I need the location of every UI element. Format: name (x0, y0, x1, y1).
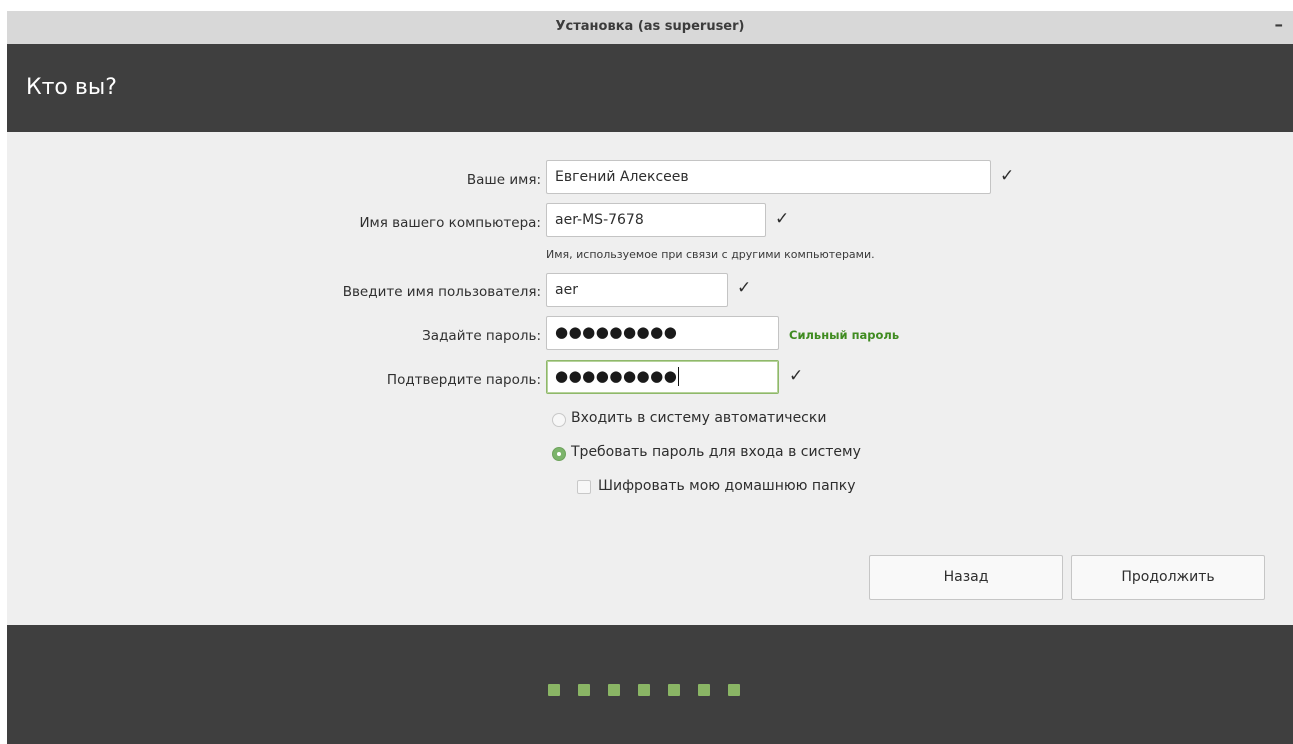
computer-name-input[interactable]: aer-MS-7678 (546, 203, 766, 237)
progress-step (608, 684, 620, 696)
page-header: Кто вы? (7, 44, 1293, 132)
password-label: Задайте пароль: (422, 328, 541, 344)
back-button[interactable]: Назад (869, 555, 1063, 600)
computer-name-label: Имя вашего компьютера: (359, 215, 541, 231)
computer-name-valid-check-icon: ✓ (775, 209, 790, 229)
progress-step (668, 684, 680, 696)
username-input[interactable]: aer (546, 273, 728, 307)
confirm-password-input[interactable]: ●●●●●●●●● (546, 360, 779, 394)
name-valid-check-icon: ✓ (1000, 166, 1015, 186)
auto-login-radio[interactable] (552, 413, 566, 427)
name-label: Ваше имя: (466, 172, 541, 188)
minimize-button[interactable]: – (1275, 15, 1284, 35)
password-input[interactable]: ●●●●●●●●● (546, 316, 779, 350)
title-bar: Установка (as superuser) – (7, 11, 1293, 45)
progress-step (638, 684, 650, 696)
username-valid-check-icon: ✓ (737, 278, 752, 298)
name-input[interactable]: Евгений Алексеев (546, 160, 991, 194)
confirm-password-masked-value: ●●●●●●●●● (555, 367, 678, 385)
progress-step (578, 684, 590, 696)
confirm-password-label: Подтвердите пароль: (386, 372, 541, 388)
installer-window: Установка (as superuser) – Кто вы? Ваше … (7, 11, 1293, 744)
username-label: Введите имя пользователя: (342, 284, 541, 300)
continue-button[interactable]: Продолжить (1071, 555, 1265, 600)
password-masked-value: ●●●●●●●●● (555, 323, 678, 341)
password-strength-label: Сильный пароль (789, 328, 900, 342)
page-title: Кто вы? (26, 75, 117, 100)
progress-step (548, 684, 560, 696)
progress-footer (7, 625, 1293, 744)
encrypt-home-label[interactable]: Шифровать мою домашнюю папку (598, 478, 856, 494)
progress-step (698, 684, 710, 696)
require-password-radio[interactable] (552, 447, 566, 461)
encrypt-home-checkbox[interactable] (577, 480, 591, 494)
progress-step (728, 684, 740, 696)
require-password-label[interactable]: Требовать пароль для входа в систему (571, 444, 861, 460)
computer-name-hint: Имя, используемое при связи с другими ко… (546, 248, 875, 261)
text-cursor (678, 367, 680, 386)
auto-login-label[interactable]: Входить в систему автоматически (571, 410, 826, 426)
confirm-password-valid-check-icon: ✓ (789, 366, 804, 386)
window-title: Установка (as superuser) (555, 19, 745, 34)
